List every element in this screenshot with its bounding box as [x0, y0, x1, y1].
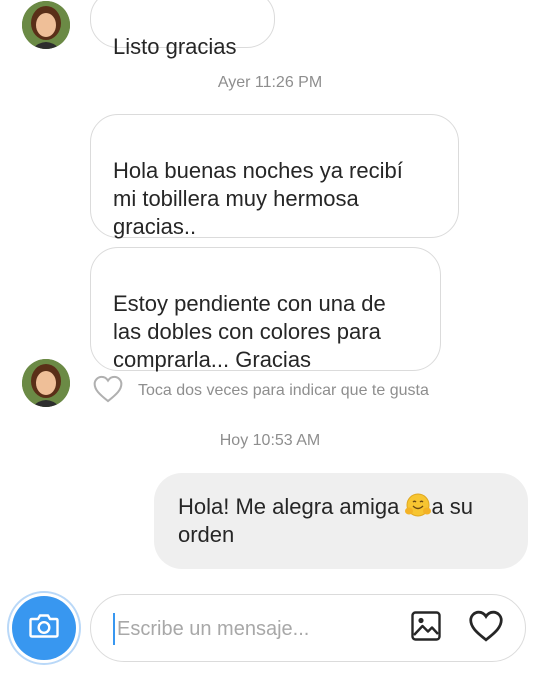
- outgoing-message[interactable]: Hola! Me alegra amiga a su orden: [154, 473, 528, 569]
- camera-icon: [29, 613, 59, 644]
- message-composer: [90, 594, 526, 662]
- message-text: Hola! Me alegra amiga: [178, 494, 406, 519]
- message-text: Listo gracias: [113, 34, 237, 59]
- like-button[interactable]: [466, 609, 506, 647]
- heart-icon: [468, 610, 504, 647]
- incoming-message[interactable]: Hola buenas noches ya recibí mi tobiller…: [90, 114, 459, 239]
- like-hint-text: Toca dos veces para indicar que te gusta: [138, 382, 429, 399]
- image-icon: [410, 610, 442, 647]
- gallery-button[interactable]: [408, 610, 444, 646]
- heart-outline-icon[interactable]: [92, 375, 124, 408]
- contact-avatar[interactable]: [22, 359, 70, 407]
- like-hint: Toca dos veces para indicar que te gusta: [92, 375, 429, 407]
- avatar-photo: [22, 1, 70, 49]
- contact-avatar[interactable]: [22, 1, 70, 49]
- message-text: Hola buenas noches ya recibí mi tobiller…: [113, 158, 403, 239]
- message-text: Estoy pendiente con una de las dobles co…: [113, 291, 386, 372]
- message-timestamp: Hoy 10:53 AM: [219, 432, 321, 449]
- camera-button[interactable]: [12, 596, 76, 660]
- incoming-message[interactable]: Estoy pendiente con una de las dobles co…: [90, 247, 441, 372]
- message-input[interactable]: [113, 613, 399, 645]
- avatar-photo: [22, 359, 70, 407]
- hugging-face-emoji-icon: [405, 493, 432, 517]
- message-timestamp: Ayer 11:26 PM: [217, 74, 323, 91]
- incoming-message[interactable]: Listo gracias: [90, 0, 275, 59]
